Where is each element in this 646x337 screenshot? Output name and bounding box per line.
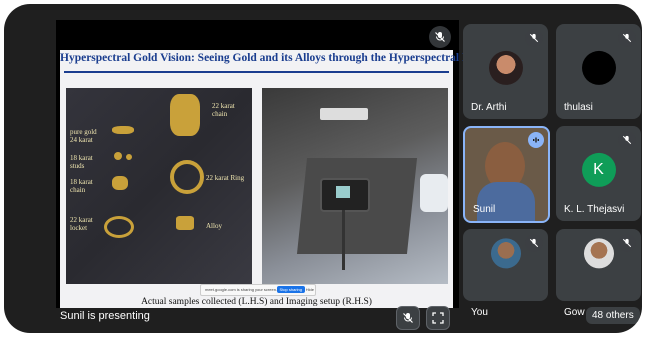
- avatar: [583, 238, 614, 269]
- participant-tile[interactable]: Dr. Arthi: [463, 24, 548, 119]
- mic-off-icon: [525, 234, 543, 252]
- slide-caption: Actual samples collected (L.H.S) and Ima…: [141, 297, 372, 307]
- participant-tile[interactable]: thulasi: [556, 24, 641, 119]
- ring-sample: [170, 160, 204, 194]
- stop-sharing-button[interactable]: Stop sharing: [276, 286, 305, 293]
- gold-samples-photo: 22 karat chain pure gold 24 karat 18 kar…: [66, 88, 252, 284]
- share-text: meet.google.com is sharing your screen.: [205, 287, 278, 292]
- participant-name: thulasi: [564, 102, 593, 113]
- camera-screen: [336, 186, 350, 198]
- mic-off-icon: [429, 26, 451, 48]
- speaking-indicator-icon: [528, 132, 544, 148]
- hyperspectral-camera: [320, 178, 370, 212]
- meet-window: Hyperspectral Gold Vision: Seeing Gold a…: [4, 4, 642, 333]
- participant-tile[interactable]: K K. L. Thejasvi: [556, 126, 641, 221]
- fullscreen-icon: [432, 312, 444, 324]
- participant-name: Gow: [564, 307, 585, 318]
- lamp: [420, 174, 448, 212]
- fullscreen-button[interactable]: [426, 306, 450, 330]
- power-strip: [320, 108, 368, 120]
- bar-sample: [112, 126, 134, 134]
- presenting-label: Sunil is presenting: [60, 310, 150, 322]
- shared-slide: Hyperspectral Gold Vision: Seeing Gold a…: [60, 50, 481, 308]
- screen-share-bar: meet.google.com is sharing your screen. …: [200, 284, 316, 296]
- participant-name: K. L. Thejasvi: [564, 204, 625, 215]
- mic-off-icon: [618, 234, 636, 252]
- mic-off-icon: [618, 29, 636, 47]
- stud-sample: [114, 152, 122, 160]
- slide-title: Hyperspectral Gold Vision: Seeing Gold a…: [60, 52, 481, 64]
- participant-name: Sunil: [473, 204, 496, 215]
- label-18k-studs: 18 karat studs: [70, 154, 93, 170]
- participant-tile[interactable]: [556, 229, 641, 301]
- others-count-button[interactable]: 48 others: [586, 307, 640, 324]
- label-22k-locket: 22 karat locket: [70, 216, 93, 232]
- mic-off-icon: [618, 131, 636, 149]
- locket-sample: [104, 216, 134, 238]
- label-alloy: Alloy: [206, 222, 222, 230]
- mute-presentation-button[interactable]: [396, 306, 420, 330]
- participant-name: Dr. Arthi: [471, 102, 507, 113]
- avatar: [581, 50, 616, 85]
- label-22k-chain: 22 karat chain: [212, 102, 235, 118]
- avatar-initial: K: [581, 152, 616, 187]
- avatar: [488, 50, 523, 85]
- label-22k-ring: 22 karat Ring: [206, 174, 245, 182]
- participant-tile-active[interactable]: Sunil: [463, 126, 550, 223]
- participant-tile[interactable]: [463, 229, 548, 301]
- avatar: [490, 238, 521, 269]
- chain18-sample: [112, 176, 128, 190]
- presentation-stage: Hyperspectral Gold Vision: Seeing Gold a…: [56, 20, 481, 308]
- video-shirt: [477, 182, 535, 221]
- tripod: [342, 210, 345, 270]
- mic-off-icon: [525, 29, 543, 47]
- participant-name: You: [471, 307, 488, 318]
- label-pure-gold: pure gold 24 karat: [70, 128, 97, 144]
- chain-sample: [170, 94, 200, 136]
- stud-sample: [126, 154, 132, 160]
- alloy-sample: [176, 216, 194, 230]
- title-divider: [64, 71, 449, 73]
- imaging-setup-photo: [262, 88, 448, 284]
- hide-button[interactable]: Hide: [306, 287, 314, 292]
- mic-off-icon: [403, 313, 413, 323]
- label-18k-chain: 18 karat chain: [70, 178, 93, 194]
